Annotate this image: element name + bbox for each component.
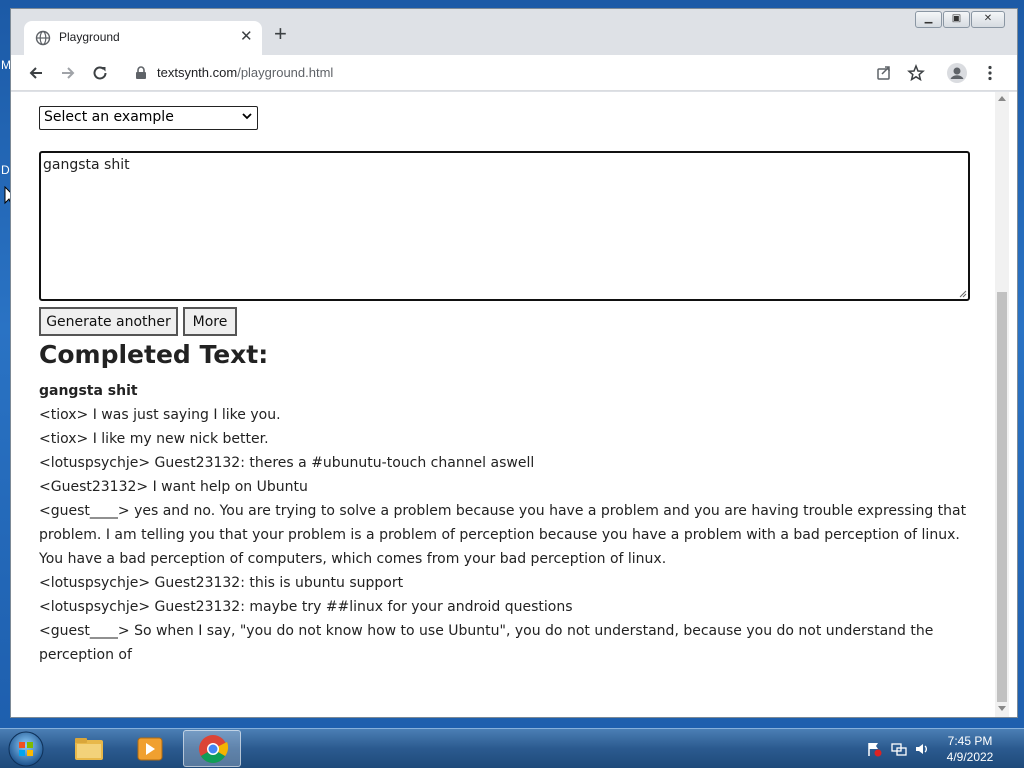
close-icon[interactable]: ✕ bbox=[240, 28, 253, 46]
url-path: /playground.html bbox=[237, 65, 334, 80]
completed-text-heading: Completed Text: bbox=[39, 340, 269, 369]
output-line: <Guest23132> I want help on Ubuntu bbox=[39, 479, 308, 495]
output-line: <lotuspsychje> Guest23132: maybe try ##l… bbox=[39, 599, 573, 615]
media-player-taskbar-button[interactable] bbox=[121, 730, 179, 767]
generate-another-button[interactable]: Generate another bbox=[39, 307, 178, 336]
action-center-flag-icon[interactable] bbox=[866, 741, 882, 757]
browser-toolbar: textsynth.com/playground.html bbox=[11, 55, 1017, 91]
tab-strip: Playground ✕ + ▁ ▣ ✕ bbox=[11, 9, 1017, 55]
output-line: <guest____> yes and no. You are trying t… bbox=[39, 503, 967, 567]
completed-text-output: gangsta shit <tiox> I was just saying I … bbox=[39, 379, 973, 667]
output-line: <tiox> I was just saying I like you. bbox=[39, 407, 281, 423]
clock-date: 4/9/2022 bbox=[946, 750, 994, 764]
chrome-taskbar-button[interactable] bbox=[183, 730, 241, 767]
media-player-icon bbox=[137, 737, 163, 761]
example-select[interactable]: Select an example bbox=[39, 106, 258, 130]
folder-icon bbox=[75, 738, 103, 760]
plus-icon[interactable]: + bbox=[274, 23, 287, 45]
globe-icon bbox=[35, 30, 51, 46]
scroll-up-icon[interactable] bbox=[998, 96, 1006, 101]
scrollbar-thumb[interactable] bbox=[997, 292, 1007, 702]
desktop-icon-label[interactable]: D bbox=[1, 163, 10, 177]
output-line: <guest____> So when I say, "you do not k… bbox=[39, 623, 934, 663]
output-line: <lotuspsychje> Guest23132: theres a #ubu… bbox=[39, 455, 535, 471]
output-line: <lotuspsychje> Guest23132: this is ubunt… bbox=[39, 575, 404, 591]
arrow-right-icon[interactable] bbox=[59, 64, 77, 82]
person-icon[interactable] bbox=[947, 63, 967, 83]
system-clock[interactable]: 7:45 PM 4/9/2022 bbox=[935, 733, 1005, 765]
page-scrollbar[interactable] bbox=[995, 92, 1009, 717]
star-icon[interactable] bbox=[907, 64, 925, 82]
taskbar: 7:45 PM 4/9/2022 bbox=[0, 728, 1024, 768]
example-select-value: Select an example bbox=[44, 109, 174, 125]
tab-playground[interactable]: Playground ✕ bbox=[24, 21, 262, 55]
volume-icon[interactable] bbox=[914, 741, 930, 757]
minimize-button[interactable]: ▁ bbox=[915, 11, 942, 28]
chrome-icon bbox=[199, 735, 229, 763]
tab-title: Playground bbox=[59, 30, 120, 44]
maximize-button[interactable]: ▣ bbox=[943, 11, 970, 28]
output-prompt: gangsta shit bbox=[39, 383, 138, 399]
start-button[interactable] bbox=[6, 730, 46, 768]
prompt-textarea[interactable]: gangsta shit bbox=[39, 151, 970, 301]
scroll-down-icon[interactable] bbox=[998, 706, 1006, 711]
page-content: Select an example gangsta shit Generate … bbox=[11, 92, 1017, 717]
chevron-down-icon bbox=[242, 113, 252, 120]
reload-icon[interactable] bbox=[91, 64, 109, 82]
explorer-taskbar-button[interactable] bbox=[60, 730, 118, 767]
kebab-menu-icon[interactable] bbox=[981, 64, 999, 82]
lock-icon[interactable] bbox=[135, 66, 147, 80]
browser-window: Playground ✕ + ▁ ▣ ✕ textsynth.com/playg… bbox=[10, 8, 1018, 718]
resize-grip-icon[interactable] bbox=[959, 290, 967, 298]
network-icon[interactable] bbox=[891, 741, 907, 757]
prompt-text: gangsta shit bbox=[43, 157, 130, 173]
close-window-button[interactable]: ✕ bbox=[971, 11, 1005, 28]
url-domain: textsynth.com bbox=[157, 65, 238, 80]
output-line: <tiox> I like my new nick better. bbox=[39, 431, 269, 447]
address-bar[interactable]: textsynth.com/playground.html bbox=[157, 65, 333, 80]
more-button[interactable]: More bbox=[183, 307, 237, 336]
arrow-left-icon[interactable] bbox=[27, 64, 45, 82]
share-icon[interactable] bbox=[875, 64, 893, 82]
clock-time: 7:45 PM bbox=[947, 734, 993, 748]
